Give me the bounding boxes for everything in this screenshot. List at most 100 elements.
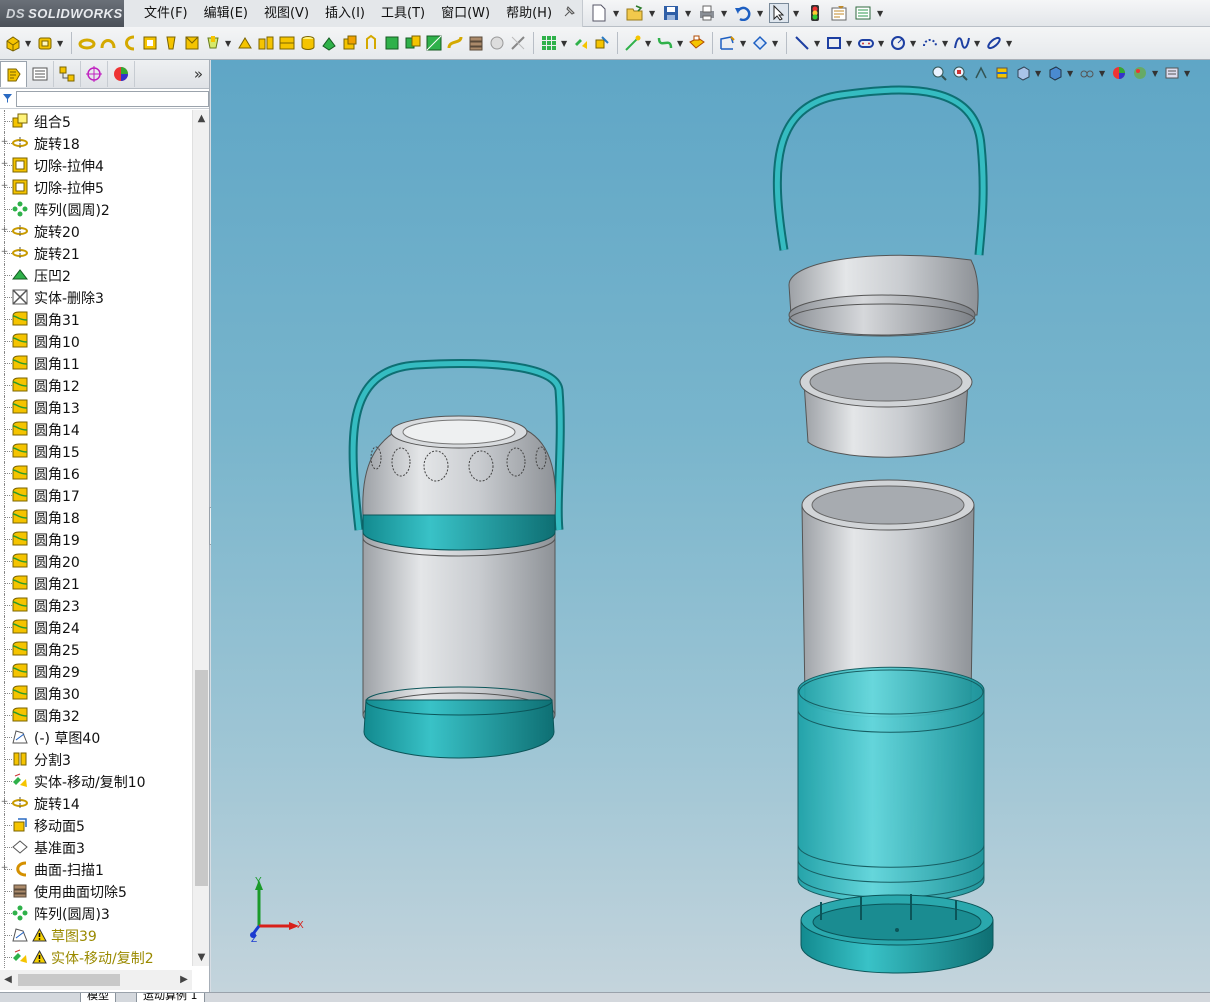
select-pointer-icon[interactable] [769, 3, 790, 23]
expand-node-icon[interactable]: + [0, 798, 9, 807]
model-view[interactable] [211, 60, 1210, 992]
tree-item[interactable]: 圆角23 [0, 594, 192, 616]
options-icon[interactable] [853, 3, 873, 23]
tree-item[interactable]: (-) 草图40 [0, 726, 192, 748]
select-dropdown-icon[interactable]: ▼ [793, 9, 801, 18]
tree-item[interactable]: 圆角31 [0, 308, 192, 330]
tree-item[interactable]: 圆角11 [0, 352, 192, 374]
scroll-thumb-horizontal[interactable] [18, 974, 120, 986]
tree-item[interactable]: 圆角18 [0, 506, 192, 528]
options-dropdown-icon[interactable]: ▼ [877, 9, 885, 18]
tree-item[interactable]: 圆角17 [0, 484, 192, 506]
line-dropdown-icon[interactable]: ▼ [814, 39, 822, 48]
open-icon[interactable] [625, 3, 645, 23]
new-document-icon[interactable] [589, 3, 609, 23]
intersect-icon[interactable] [383, 34, 401, 52]
tree-item[interactable]: 圆角21 [0, 572, 192, 594]
arc-icon[interactable] [921, 34, 939, 52]
print-dropdown-icon[interactable]: ▼ [721, 9, 729, 18]
tree-item[interactable]: 圆角29 [0, 660, 192, 682]
tab-model[interactable]: 模型 [80, 993, 116, 1002]
surface-tools-icon[interactable] [488, 34, 506, 52]
tree-item[interactable]: + 切除-拉伸4 [0, 154, 192, 176]
dimension-dropdown-icon[interactable]: ▼ [645, 39, 653, 48]
lofted-boss-icon[interactable] [99, 34, 117, 52]
tree-item[interactable]: 组合5 [0, 110, 192, 132]
expand-node-icon[interactable]: + [0, 226, 9, 235]
propertymanager-tab-icon[interactable] [27, 61, 54, 87]
tree-item[interactable]: 圆角32 [0, 704, 192, 726]
scroll-thumb[interactable] [195, 670, 208, 886]
menu-window[interactable]: 窗口(W) [433, 0, 498, 27]
slot-dropdown-icon[interactable]: ▼ [878, 39, 886, 48]
3d-sketch-icon[interactable] [751, 34, 769, 52]
expand-panel-button[interactable]: » [194, 65, 203, 83]
tree-item[interactable]: 压凹2 [0, 264, 192, 286]
line-icon[interactable] [793, 34, 811, 52]
tree-item[interactable]: + 旋转20 [0, 220, 192, 242]
tree-item[interactable]: 基准面3 [0, 836, 192, 858]
smart-dimension-icon[interactable] [624, 34, 642, 52]
pattern-dropdown-icon[interactable]: ▼ [561, 39, 569, 48]
tree-item[interactable]: 移动面5 [0, 814, 192, 836]
tree-item[interactable]: 圆角19 [0, 528, 192, 550]
instant3d-toggle-icon[interactable] [593, 34, 611, 52]
tree-item[interactable]: + 旋转18 [0, 132, 192, 154]
tree-item[interactable]: 实体-移动/复制2 [0, 946, 192, 968]
save-icon[interactable] [661, 3, 681, 23]
tree-item[interactable]: 圆角14 [0, 418, 192, 440]
exploded-outer-shell[interactable] [797, 666, 985, 904]
spline-icon[interactable] [953, 34, 971, 52]
tree-item[interactable]: 圆角30 [0, 682, 192, 704]
tree-item[interactable]: 分割3 [0, 748, 192, 770]
display-manager-tab-icon[interactable] [108, 61, 135, 87]
curves-icon[interactable] [446, 34, 464, 52]
expand-node-icon[interactable]: + [0, 138, 9, 147]
move-copy-icon[interactable] [572, 34, 590, 52]
graphics-area[interactable]: ▼ ▼ ▼ ▼ ▼ Y X Z [211, 60, 1210, 992]
revolved-boss-icon[interactable] [36, 34, 54, 52]
expand-node-icon[interactable]: + [0, 248, 9, 257]
tree-item[interactable]: 圆角24 [0, 616, 192, 638]
tree-horizontal-scrollbar[interactable]: ◀ ▶ [0, 970, 192, 990]
shell-icon[interactable] [320, 34, 338, 52]
tree-item[interactable]: + 旋转21 [0, 242, 192, 264]
menu-view[interactable]: 视图(V) [256, 0, 317, 27]
undo-icon[interactable] [733, 3, 753, 23]
boss-dropdown-icon[interactable]: ▼ [57, 39, 65, 48]
instant3d-icon[interactable] [467, 34, 485, 52]
scroll-up-icon[interactable]: ▲ [193, 110, 210, 127]
linear-pattern-icon[interactable] [257, 34, 275, 52]
rebuild-icon[interactable] [805, 3, 825, 23]
dimxpert-tab-icon[interactable] [81, 61, 108, 87]
tree-item[interactable]: 草图39 [0, 924, 192, 946]
tree-item[interactable]: + 曲面-扫描1 [0, 858, 192, 880]
extrude-dropdown-icon[interactable]: ▼ [25, 39, 33, 48]
dome-icon[interactable] [362, 34, 380, 52]
arc-dropdown-icon[interactable]: ▼ [942, 39, 950, 48]
tree-item[interactable]: 圆角13 [0, 396, 192, 418]
new-dropdown-icon[interactable]: ▼ [613, 9, 621, 18]
tab-motion-study[interactable]: 运动算例 1 [136, 993, 205, 1002]
extruded-boss-icon[interactable] [4, 34, 22, 52]
mirror-icon[interactable] [404, 34, 422, 52]
boundary-boss-icon[interactable] [120, 34, 138, 52]
tree-item[interactable]: 圆角12 [0, 374, 192, 396]
open-dropdown-icon[interactable]: ▼ [649, 9, 657, 18]
slot-icon[interactable] [857, 34, 875, 52]
swept-cut-icon[interactable] [183, 34, 201, 52]
wrap-icon[interactable] [341, 34, 359, 52]
tree-item[interactable]: 圆角15 [0, 440, 192, 462]
reference-plane-icon[interactable] [688, 34, 706, 52]
scroll-down-icon[interactable]: ▼ [193, 949, 210, 966]
lofted-cut-icon[interactable] [204, 34, 222, 52]
expand-node-icon[interactable]: + [0, 864, 9, 873]
configurationmanager-tab-icon[interactable] [54, 61, 81, 87]
circle-dropdown-icon[interactable]: ▼ [910, 39, 918, 48]
rectangle-dropdown-icon[interactable]: ▼ [846, 39, 854, 48]
cut-dropdown-icon[interactable]: ▼ [225, 39, 233, 48]
draft-icon[interactable] [299, 34, 317, 52]
spline-dropdown-icon[interactable]: ▼ [974, 39, 982, 48]
tree-item[interactable]: 阵列(圆周)3 [0, 902, 192, 924]
tree-item[interactable]: 实体-移动/复制10 [0, 770, 192, 792]
